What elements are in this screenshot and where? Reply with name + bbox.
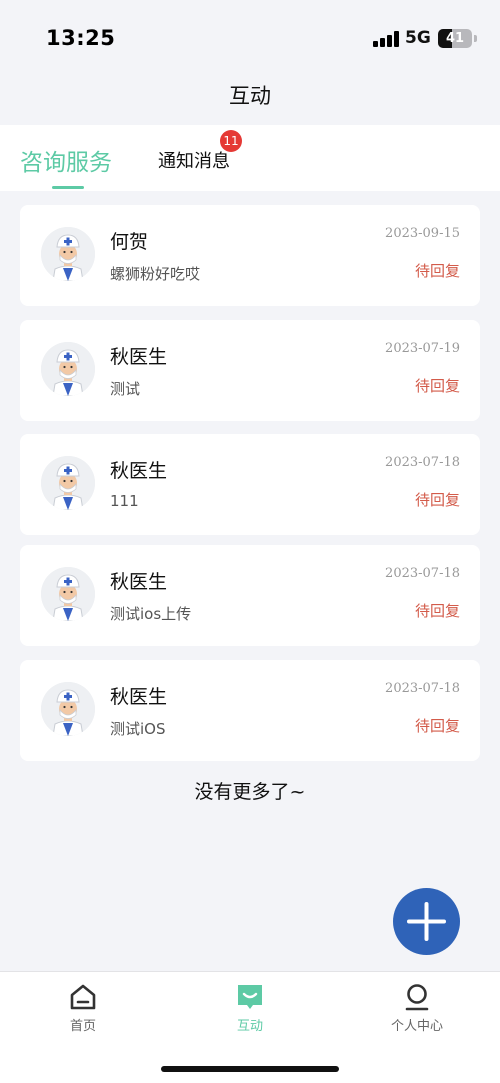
doctor-name: 何贺 (110, 231, 149, 253)
add-consultation-button[interactable] (393, 888, 460, 955)
tabbar-item-profile[interactable]: 个人中心 (357, 982, 477, 1034)
doctor-icon (41, 567, 95, 621)
doctor-icon (41, 456, 95, 510)
message-date: 2023-09-15 (385, 226, 460, 241)
consultation-card[interactable]: 秋医生 测试iOS 2023-07-18 待回复 (20, 660, 480, 761)
reply-status: 待回复 (414, 491, 460, 509)
segment-tabs: 咨询服务 通知消息 11 (0, 125, 500, 191)
home-icon (70, 984, 96, 1010)
doctor-icon (41, 682, 95, 736)
doctor-name: 秋医生 (110, 686, 168, 708)
reply-status: 待回复 (414, 717, 460, 735)
plus-icon (407, 902, 446, 941)
doctor-name: 秋医生 (110, 571, 168, 593)
tabbar-label: 个人中心 (390, 1019, 443, 1034)
home-indicator (161, 1066, 339, 1072)
doctor-name: 秋医生 (110, 346, 168, 368)
consultation-card[interactable]: 秋医生 111 2023-07-18 待回复 (20, 434, 480, 535)
message-date: 2023-07-18 (385, 681, 460, 696)
notification-badge: 11 (220, 130, 242, 152)
last-message: 测试ios上传 (110, 605, 192, 623)
reply-status: 待回复 (414, 602, 460, 620)
person-icon (405, 984, 429, 1011)
battery-cap (474, 35, 477, 42)
tabbar-label: 互动 (236, 1019, 263, 1034)
consultation-card[interactable]: 秋医生 测试ios上传 2023-07-18 待回复 (20, 545, 480, 646)
tab-active-indicator (52, 186, 84, 189)
message-date: 2023-07-19 (385, 341, 460, 356)
consultation-card[interactable]: 何贺 螺狮粉好吃哎 2023-09-15 待回复 (20, 205, 480, 306)
battery-icon: 41 (438, 29, 472, 48)
doctor-avatar (41, 682, 95, 736)
signal-icon (373, 31, 399, 47)
reply-status: 待回复 (414, 262, 460, 280)
status-time: 13:25 (46, 26, 116, 50)
reply-status: 待回复 (414, 377, 460, 395)
last-message: 螺狮粉好吃哎 (110, 265, 201, 283)
tabbar-item-interaction[interactable]: 互动 (190, 982, 310, 1034)
doctor-icon (41, 342, 95, 396)
doctor-avatar (41, 456, 95, 510)
doctor-icon (41, 227, 95, 281)
doctor-avatar (41, 342, 95, 396)
tab-consult-service[interactable]: 咨询服务 (20, 143, 112, 177)
doctor-avatar (41, 567, 95, 621)
battery-level: 41 (445, 31, 465, 46)
tabbar-item-home[interactable]: 首页 (23, 982, 143, 1034)
consultation-card[interactable]: 秋医生 测试 2023-07-19 待回复 (20, 320, 480, 421)
chat-icon (238, 985, 262, 1009)
last-message: 测试 (110, 380, 141, 398)
last-message: 测试iOS (110, 720, 166, 738)
network-type: 5G (405, 28, 431, 48)
end-of-list-text: 没有更多了~ (194, 781, 306, 803)
status-bar: 13:25 5G 41 (0, 0, 500, 72)
doctor-name: 秋医生 (110, 460, 168, 482)
page-title: 互动 (229, 84, 271, 108)
last-message: 111 (110, 492, 139, 510)
doctor-avatar (41, 227, 95, 281)
message-date: 2023-07-18 (385, 455, 460, 470)
tab-notifications[interactable]: 通知消息 (158, 147, 230, 173)
tabbar-label: 首页 (69, 1019, 96, 1034)
message-date: 2023-07-18 (385, 566, 460, 581)
